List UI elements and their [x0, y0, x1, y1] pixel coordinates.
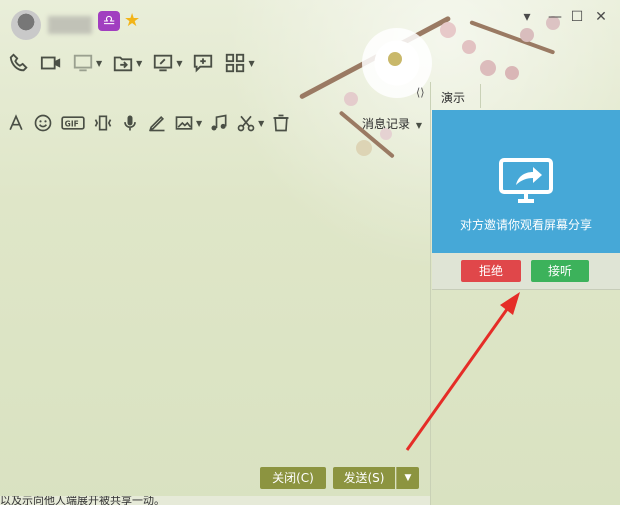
send-options-icon[interactable]: ▼	[396, 467, 419, 489]
close-button[interactable]: 关闭(C)	[260, 467, 326, 489]
send-button[interactable]: 发送(S)	[333, 467, 395, 489]
chat-window: ♎ ★ ▾ — ☐ ✕ ▼ ▼ ▼ ▼ GIF ▼ ▼ 消息记录 ▼ ⟨⟩ 演示…	[0, 0, 620, 505]
bottom-cropped-text: 以及示向他人端展开被共享一动。	[0, 496, 430, 505]
annotation-arrow	[405, 292, 520, 451]
